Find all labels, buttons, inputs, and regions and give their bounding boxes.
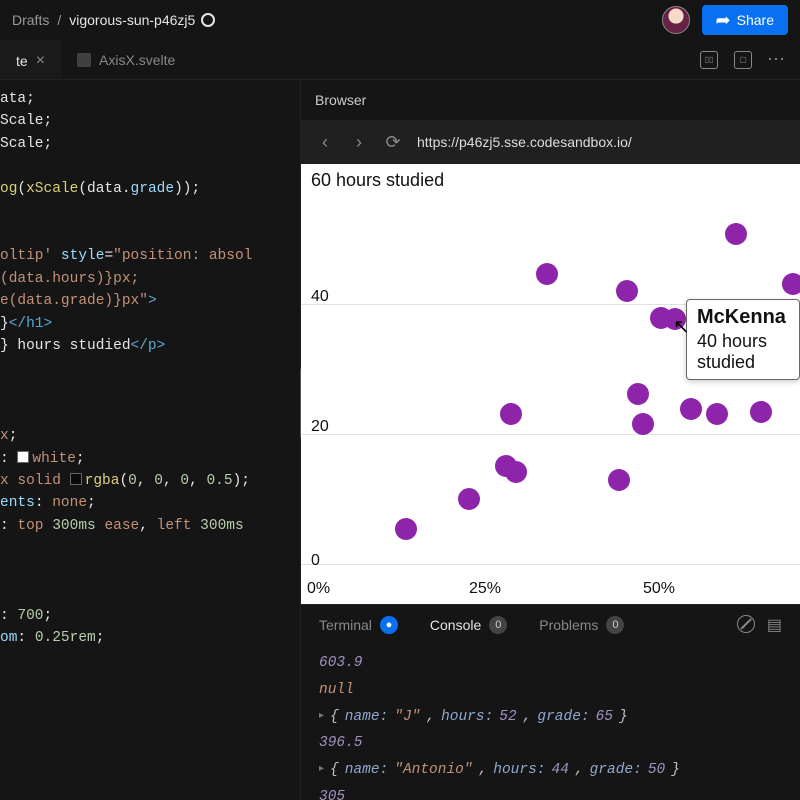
y-tick: 40: [311, 288, 329, 306]
breadcrumb-current-label: vigorous-sun-p46zj5: [69, 12, 195, 28]
data-point[interactable]: [505, 461, 527, 483]
tab-console-label: Console: [430, 617, 481, 633]
filter-icon[interactable]: ▤: [767, 615, 782, 635]
browser-tab[interactable]: Browser: [301, 80, 800, 120]
gridline: [301, 564, 800, 565]
tab-terminal[interactable]: Terminal ●: [319, 616, 398, 634]
badge-terminal: ●: [380, 616, 398, 634]
data-point[interactable]: [500, 403, 522, 425]
data-point[interactable]: [782, 273, 800, 295]
tab-terminal-label: Terminal: [319, 617, 372, 633]
console-value: 50: [648, 757, 665, 784]
cursor-icon: ↖: [673, 314, 690, 339]
data-point[interactable]: [725, 223, 747, 245]
tab-inactive-label: AxisX.svelte: [99, 52, 175, 68]
console-value: "Antonio": [394, 757, 472, 784]
console-value: null: [319, 677, 354, 704]
nav-back-icon[interactable]: ‹: [315, 132, 335, 153]
browser-toolbar: ‹ › ⟳ https://p46zj5.sse.codesandbox.io/: [301, 120, 800, 164]
top-bar: Drafts / vigorous-sun-p46zj5 ➦ Share: [0, 0, 800, 40]
console-value: 44: [552, 757, 569, 784]
share-label: Share: [737, 12, 774, 28]
tab-actions: ▯▯ ▢ ⋯: [686, 51, 800, 69]
breadcrumb-current[interactable]: vigorous-sun-p46zj5: [69, 12, 215, 28]
badge-problems: 0: [606, 616, 624, 634]
x-tick: 25%: [469, 580, 501, 598]
badge-console: 0: [489, 616, 507, 634]
data-point[interactable]: [632, 413, 654, 435]
svelte-icon: [77, 53, 91, 67]
console-value: 603.9: [319, 650, 363, 677]
reload-icon[interactable]: ⟳: [383, 132, 403, 153]
close-icon[interactable]: ×: [36, 52, 45, 70]
scatter-chart: 40 20 0 0% 25% 50%: [301, 164, 800, 604]
data-point[interactable]: [750, 401, 772, 423]
console-value: "J": [394, 704, 420, 731]
more-icon[interactable]: ⋯: [768, 51, 786, 69]
tab-active[interactable]: te ×: [0, 40, 61, 79]
avatar[interactable]: [662, 6, 690, 34]
y-tick: 0: [311, 552, 320, 570]
clear-console-icon[interactable]: [737, 615, 755, 633]
console-output[interactable]: 603.9 null ▸{name: "J", hours: 52, grade…: [301, 644, 800, 800]
breadcrumb[interactable]: Drafts / vigorous-sun-p46zj5: [12, 12, 215, 28]
data-point[interactable]: [608, 469, 630, 491]
expand-icon[interactable]: ▸: [319, 761, 324, 780]
tooltip: McKenna 40 hours studied: [686, 299, 800, 380]
globe-icon: [201, 13, 215, 27]
console-value: 396.5: [319, 730, 363, 757]
data-point[interactable]: [458, 488, 480, 510]
panel-tabs: Terminal ● Console 0 Problems 0 ▤: [301, 604, 800, 644]
nav-forward-icon[interactable]: ›: [349, 132, 369, 153]
console-value: 52: [499, 704, 516, 731]
gridline: [301, 434, 800, 435]
share-arrow-icon: ➦: [716, 11, 731, 29]
tab-active-label: te: [16, 53, 28, 69]
file-tabs: te × AxisX.svelte ▯▯ ▢ ⋯: [0, 40, 800, 80]
y-tick: 20: [311, 418, 329, 436]
console-value: 305: [319, 784, 345, 800]
data-point[interactable]: [627, 383, 649, 405]
x-tick: 50%: [643, 580, 675, 598]
tab-console[interactable]: Console 0: [430, 616, 507, 634]
share-button[interactable]: ➦ Share: [702, 5, 788, 35]
console-value: 65: [596, 704, 613, 731]
data-point[interactable]: [536, 263, 558, 285]
data-point[interactable]: [706, 403, 728, 425]
code-editor[interactable]: ata; Scale; Scale; og(xScale(data.grade)…: [0, 80, 300, 800]
x-tick: 0%: [307, 580, 330, 598]
tab-problems-label: Problems: [539, 617, 598, 633]
tab-axisx[interactable]: AxisX.svelte: [61, 40, 191, 79]
expand-icon[interactable]: ▸: [319, 708, 324, 727]
data-point[interactable]: [680, 398, 702, 420]
data-point[interactable]: [395, 518, 417, 540]
data-point[interactable]: [616, 280, 638, 302]
tooltip-name: McKenna: [697, 306, 789, 329]
breadcrumb-parent[interactable]: Drafts: [12, 12, 49, 28]
layout-split-icon[interactable]: ▯▯: [700, 51, 718, 69]
breadcrumb-sep: /: [57, 12, 61, 28]
panel-icon[interactable]: ▢: [734, 51, 752, 69]
tab-problems[interactable]: Problems 0: [539, 616, 624, 634]
tooltip-line: 40 hours studied: [697, 331, 789, 373]
preview-pane[interactable]: 60 hours studied 40 20 0 0% 25% 50%: [301, 164, 800, 604]
url-bar[interactable]: https://p46zj5.sse.codesandbox.io/: [417, 134, 786, 150]
browser-label: Browser: [315, 92, 366, 108]
